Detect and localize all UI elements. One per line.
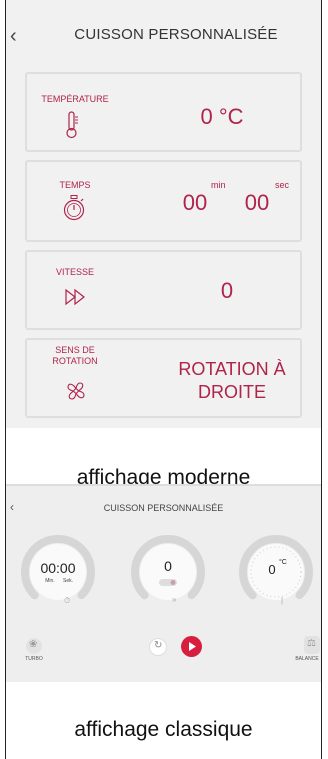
screenshot-frame: ‹ CUISSON PERSONNALISÉE TEMPÉRATURE 0 °C… bbox=[5, 0, 322, 759]
balance-label: BALANCE bbox=[295, 656, 319, 662]
stopwatch-icon bbox=[62, 195, 86, 226]
min-label: Min. bbox=[45, 578, 55, 584]
speed-dial[interactable]: 0 » bbox=[130, 534, 206, 610]
fast-forward-icon bbox=[65, 288, 87, 311]
speed-value: 0 bbox=[220, 278, 234, 303]
reset-icon: ↻ bbox=[154, 640, 163, 651]
time-label: TEMPS bbox=[59, 180, 91, 190]
seconds-value: 00 bbox=[244, 190, 270, 215]
seconds-unit: sec bbox=[275, 180, 290, 190]
reset-button[interactable]: ↻ bbox=[149, 638, 167, 656]
rotation-label-line2: ROTATION bbox=[52, 356, 98, 366]
temperature-unit: °C bbox=[279, 559, 287, 566]
modern-screen: ‹ CUISSON PERSONNALISÉE TEMPÉRATURE 0 °C… bbox=[6, 0, 321, 428]
fan-icon bbox=[65, 380, 87, 407]
minutes-value: 00 bbox=[182, 190, 208, 215]
speed-label: VITESSE bbox=[55, 267, 94, 277]
time-dial[interactable]: 00:00 Min. Sek. ⏱ bbox=[20, 534, 96, 610]
play-button[interactable] bbox=[181, 636, 202, 657]
scale-icon: ⚖ bbox=[307, 638, 316, 649]
turbo-label: TURBO bbox=[25, 656, 43, 662]
temperature-label: TEMPÉRATURE bbox=[41, 94, 109, 104]
rotation-label-line1: SENS DE bbox=[55, 345, 95, 355]
play-icon bbox=[189, 642, 196, 651]
rotation-value-line2: DROITE bbox=[197, 382, 266, 402]
thermometer-icon bbox=[65, 111, 79, 144]
speed-card[interactable]: VITESSE 0 bbox=[25, 250, 302, 330]
speed-value: 0 bbox=[164, 558, 172, 574]
turbo-button[interactable]: ❀ bbox=[26, 638, 42, 654]
temperature-dial[interactable]: 0 °C | bbox=[238, 534, 314, 610]
classic-caption: affichage classique bbox=[74, 718, 253, 741]
classic-screen: ‹ CUISSON PERSONNALISÉE 00:00 Min. Sek. … bbox=[6, 486, 321, 682]
time-value: 00:00 bbox=[40, 560, 76, 576]
fast-forward-icon: » bbox=[172, 595, 177, 604]
stopwatch-icon: ⏱ bbox=[64, 596, 71, 605]
rotation-card[interactable]: SENS DE ROTATION ROTATION À DROITE bbox=[25, 338, 302, 418]
chevron-left-icon[interactable]: ‹ bbox=[10, 26, 26, 46]
temperature-card[interactable]: TEMPÉRATURE 0 °C bbox=[25, 72, 302, 152]
page-title: CUISSON PERSONNALISÉE bbox=[74, 26, 278, 43]
minutes-unit: min bbox=[211, 180, 226, 190]
temperature-value: 0 °C bbox=[200, 104, 244, 129]
balance-button[interactable]: ⚖ bbox=[304, 636, 320, 654]
rotation-value-line1: ROTATION À bbox=[178, 359, 286, 379]
sec-label: Sek. bbox=[62, 578, 73, 584]
time-card[interactable]: TEMPS 00 min 00 sec bbox=[25, 160, 302, 242]
fan-icon: ❀ bbox=[29, 639, 38, 650]
header: ‹ CUISSON PERSONNALISÉE bbox=[6, 0, 321, 70]
classic-title: CUISSON PERSONNALISÉE bbox=[103, 503, 224, 513]
thermometer-icon: | bbox=[281, 596, 284, 605]
